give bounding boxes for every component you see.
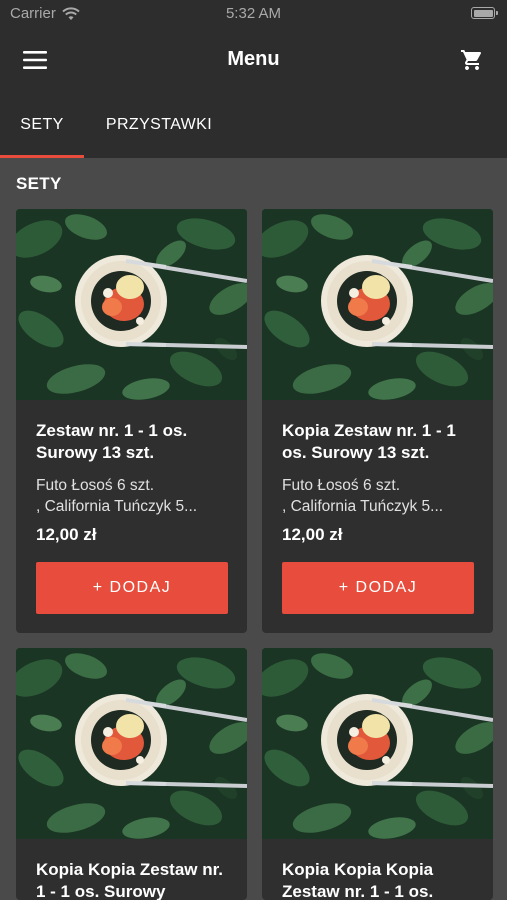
product-card[interactable]: Kopia Kopia Zestaw nr. 1 - 1 os. Surowy: [16, 648, 247, 900]
cart-button[interactable]: [457, 46, 487, 74]
status-bar: Carrier 5:32 AM: [0, 0, 507, 28]
app-bar: Menu: [0, 28, 507, 92]
page-title: Menu: [227, 48, 280, 70]
product-image: [262, 648, 493, 839]
section-title: SETY: [16, 174, 62, 193]
tab-przystawki[interactable]: PRZYSTAWKI: [84, 92, 234, 158]
product-price: 12,00 zł: [36, 525, 97, 544]
category-tabs: SETY PRZYSTAWKI: [0, 92, 507, 158]
add-to-cart-button[interactable]: + DODAJ: [36, 562, 228, 614]
product-image: [262, 209, 493, 400]
product-name: Kopia Kopia Kopia Zestaw nr. 1 - 1 os.: [282, 860, 434, 900]
product-name: Kopia Zestaw nr. 1 - 1 os. Surowy 13 szt…: [282, 421, 456, 462]
product-card[interactable]: Zestaw nr. 1 - 1 os. Surowy 13 szt. Futo…: [16, 209, 247, 633]
product-description: Futo Łosoś 6 szt. , California Tuńczyk 5…: [36, 477, 198, 515]
tab-sety[interactable]: SETY: [0, 92, 84, 158]
shopping-cart-icon: [461, 50, 482, 70]
product-price: 12,00 zł: [282, 525, 343, 544]
add-to-cart-button[interactable]: + DODAJ: [282, 562, 474, 614]
product-name: Zestaw nr. 1 - 1 os. Surowy 13 szt.: [36, 421, 188, 462]
product-image: [16, 209, 247, 400]
product-image: [16, 648, 247, 839]
battery-icon: [471, 7, 498, 19]
product-name: Kopia Kopia Zestaw nr. 1 - 1 os. Surowy: [36, 860, 224, 900]
product-description: Futo Łosoś 6 szt. , California Tuńczyk 5…: [282, 477, 444, 515]
product-card[interactable]: Kopia Zestaw nr. 1 - 1 os. Surowy 13 szt…: [262, 209, 493, 633]
status-time: 5:32 AM: [225, 5, 282, 22]
product-card[interactable]: Kopia Kopia Kopia Zestaw nr. 1 - 1 os.: [262, 648, 493, 900]
